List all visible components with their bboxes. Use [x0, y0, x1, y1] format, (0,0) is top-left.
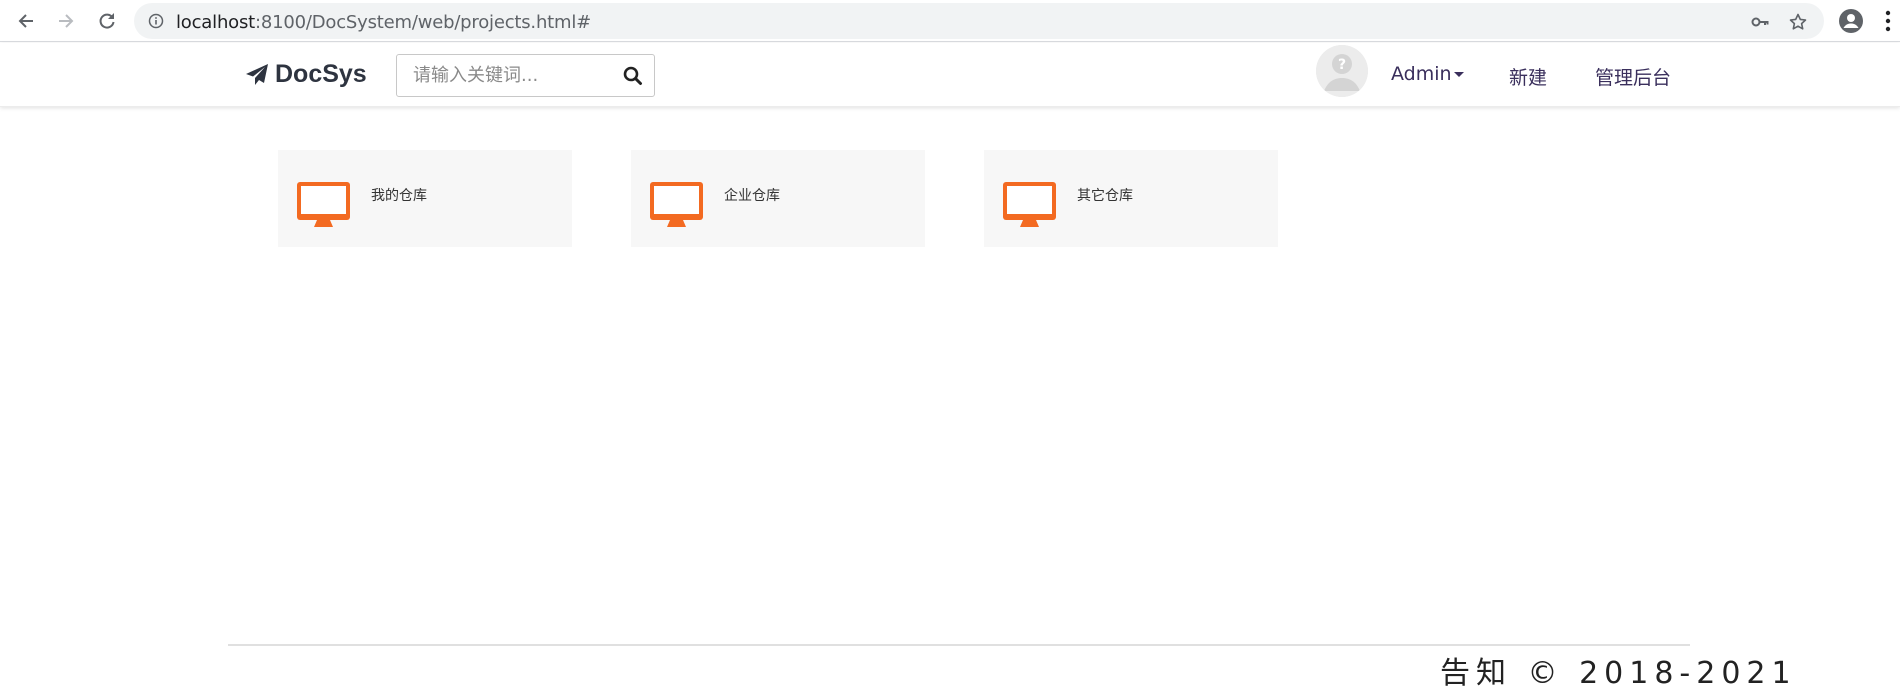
card-other-repos[interactable]: 其它仓库: [984, 150, 1278, 247]
app-navbar: DocSys ? Admin 新建 管理后台: [0, 43, 1900, 107]
user-menu-dropdown[interactable]: Admin: [1391, 63, 1464, 85]
caret-down-icon: [1453, 72, 1464, 77]
avatar[interactable]: ?: [1316, 45, 1368, 97]
paper-plane-icon: [246, 63, 268, 85]
reload-button[interactable]: [93, 7, 121, 35]
monitor-icon: [1003, 182, 1056, 227]
unknown-user-icon: ?: [1316, 45, 1368, 97]
search-icon[interactable]: [622, 65, 644, 87]
new-link[interactable]: 新建: [1509, 63, 1547, 90]
account-circle-icon[interactable]: [1838, 8, 1864, 34]
forward-button[interactable]: [52, 7, 80, 35]
url-path: :8100/DocSystem/web/projects.html#: [255, 12, 592, 33]
back-button[interactable]: [12, 7, 40, 35]
footer-text: 告知 © 2018-2021: [1440, 656, 1797, 691]
brand-name: DocSys: [275, 60, 367, 88]
star-icon: [1789, 13, 1807, 30]
svg-text:?: ?: [1338, 57, 1346, 73]
user-menu-label: Admin: [1391, 63, 1452, 85]
info-icon[interactable]: [148, 13, 164, 29]
card-label: 其它仓库: [1077, 188, 1133, 204]
card-label: 企业仓库: [724, 188, 780, 204]
reload-icon: [99, 13, 115, 29]
card-label: 我的仓库: [371, 188, 427, 204]
search-input[interactable]: [397, 55, 612, 96]
browser-toolbar: localhost:8100/DocSystem/web/projects.ht…: [0, 0, 1900, 42]
monitor-icon: [650, 182, 703, 227]
forward-arrow-icon: [59, 14, 74, 28]
back-arrow-icon: [18, 14, 33, 28]
footer-divider: [228, 644, 1690, 646]
address-bar[interactable]: localhost:8100/DocSystem/web/projects.ht…: [134, 3, 1824, 39]
brand-logo[interactable]: DocSys: [245, 60, 367, 89]
search-box: [396, 54, 655, 97]
bookmark-star-button[interactable]: [1788, 12, 1808, 32]
monitor-icon: [297, 182, 350, 227]
card-my-repos[interactable]: 我的仓库: [278, 150, 572, 247]
url-host: localhost: [176, 12, 255, 33]
url-text[interactable]: localhost:8100/DocSystem/web/projects.ht…: [176, 12, 591, 33]
more-vert-icon[interactable]: [1882, 8, 1894, 34]
key-icon: [1751, 17, 1769, 27]
password-key-button[interactable]: [1750, 12, 1770, 32]
admin-console-link[interactable]: 管理后台: [1595, 63, 1671, 90]
card-enterprise-repos[interactable]: 企业仓库: [631, 150, 925, 247]
